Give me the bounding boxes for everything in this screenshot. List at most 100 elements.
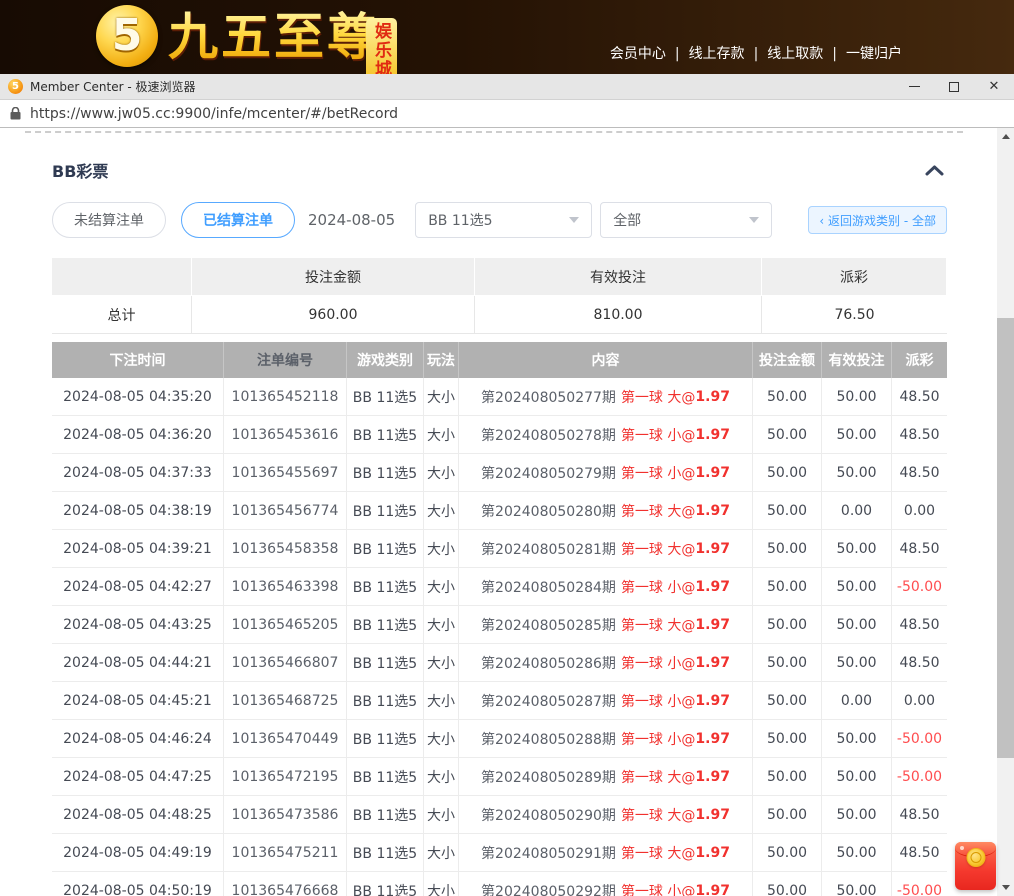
cell-game-category: BB 11选5 bbox=[347, 530, 424, 567]
cell-play-type: 大小 bbox=[424, 682, 459, 719]
sparkle-icon bbox=[960, 846, 964, 850]
cell-content: 第202408050284期 第一球 小@1.97 bbox=[459, 568, 753, 605]
cell-time: 2024-08-05 04:50:19 bbox=[52, 872, 224, 896]
bet-record-panel: BB彩票 未结算注单 已结算注单 2024-08-05 BB 11选5 全部 bbox=[52, 158, 947, 896]
bet-odds: 1.97 bbox=[695, 541, 730, 557]
col-valid: 有效投注 bbox=[822, 342, 892, 378]
cell-bet-amount: 50.00 bbox=[753, 644, 822, 681]
collapse-panel-button[interactable] bbox=[925, 165, 944, 176]
bet-pick: 第一球 大@ bbox=[621, 387, 695, 407]
bet-period: 第202408050277期 bbox=[481, 387, 616, 407]
nav-deposit[interactable]: 线上存款 bbox=[689, 46, 745, 62]
cell-content: 第202408050289期 第一球 大@1.97 bbox=[459, 758, 753, 795]
bet-pick: 第一球 大@ bbox=[621, 805, 695, 825]
cell-order-number: 101365455697 bbox=[224, 454, 347, 491]
cell-content: 第202408050292期 第一球 小@1.97 bbox=[459, 872, 753, 896]
cell-valid-bet: 50.00 bbox=[822, 568, 892, 605]
bet-odds: 1.97 bbox=[695, 427, 730, 443]
scrollbar-thumb[interactable] bbox=[997, 318, 1014, 758]
cell-bet-amount: 50.00 bbox=[753, 720, 822, 757]
panel-title: BB彩票 bbox=[52, 158, 108, 182]
date-filter[interactable]: 2024-08-05 bbox=[308, 211, 395, 229]
cell-valid-bet: 0.00 bbox=[822, 492, 892, 529]
cell-order-number: 101365456774 bbox=[224, 492, 347, 529]
vertical-scrollbar[interactable] bbox=[997, 128, 1014, 896]
summary-bet-total: 960.00 bbox=[192, 296, 475, 334]
cell-valid-bet: 50.00 bbox=[822, 454, 892, 491]
nav-separator: | bbox=[675, 46, 680, 62]
site-logo-badge: 娱乐城 bbox=[366, 18, 397, 74]
table-row: 2024-08-05 04:49:19 101365475211 BB 11选5… bbox=[52, 834, 947, 872]
bet-pick: 第一球 小@ bbox=[621, 729, 695, 749]
settled-bets-button[interactable]: 已结算注单 bbox=[181, 202, 295, 238]
minimize-button[interactable] bbox=[894, 74, 934, 99]
cell-time: 2024-08-05 04:42:27 bbox=[52, 568, 224, 605]
bet-odds: 1.97 bbox=[695, 503, 730, 519]
cell-game-category: BB 11选5 bbox=[347, 606, 424, 643]
arrow-up-icon bbox=[1002, 134, 1010, 139]
maximize-button[interactable] bbox=[934, 74, 974, 99]
cell-time: 2024-08-05 04:45:21 bbox=[52, 682, 224, 719]
cell-bet-amount: 50.00 bbox=[753, 568, 822, 605]
col-game: 游戏类别 bbox=[347, 342, 424, 378]
site-logo-icon[interactable]: 5 bbox=[96, 5, 158, 67]
bet-period: 第202408050291期 bbox=[481, 843, 616, 863]
table-row: 2024-08-05 04:45:21 101365468725 BB 11选5… bbox=[52, 682, 947, 720]
cell-payout: 48.50 bbox=[892, 834, 947, 871]
bet-period: 第202408050285期 bbox=[481, 615, 616, 635]
browser-favicon-icon: 5 bbox=[8, 79, 23, 94]
close-button[interactable]: ✕ bbox=[974, 74, 1014, 99]
bet-period: 第202408050278期 bbox=[481, 425, 616, 445]
game-select[interactable]: BB 11选5 bbox=[415, 202, 592, 238]
cell-payout: 48.50 bbox=[892, 530, 947, 567]
summary-header-empty bbox=[52, 258, 192, 296]
page-content: BB彩票 未结算注单 已结算注单 2024-08-05 BB 11选5 全部 bbox=[0, 128, 1014, 896]
url-bar[interactable]: https://www.jw05.cc:9900/infe/mcenter/#/… bbox=[0, 100, 1014, 128]
nav-member-center[interactable]: 会员中心 bbox=[610, 46, 666, 62]
red-envelope-button[interactable] bbox=[955, 842, 996, 890]
bet-odds: 1.97 bbox=[695, 845, 730, 861]
table-row: 2024-08-05 04:43:25 101365465205 BB 11选5… bbox=[52, 606, 947, 644]
bet-period: 第202408050284期 bbox=[481, 577, 616, 597]
col-bet: 投注金额 bbox=[753, 342, 822, 378]
back-to-game-category-button[interactable]: ‹ 返回游戏类别 - 全部 bbox=[808, 206, 947, 234]
bet-period: 第202408050288期 bbox=[481, 729, 616, 749]
bet-odds: 1.97 bbox=[695, 655, 730, 671]
gold-coin-icon bbox=[966, 848, 985, 867]
filter-row: 未结算注单 已结算注单 2024-08-05 BB 11选5 全部 ‹ 返回游戏… bbox=[52, 202, 947, 238]
bet-period: 第202408050290期 bbox=[481, 805, 616, 825]
site-logo-text: 九五至尊 bbox=[168, 10, 380, 65]
cell-payout: 48.50 bbox=[892, 644, 947, 681]
cell-content: 第202408050280期 第一球 大@1.97 bbox=[459, 492, 753, 529]
minimize-icon bbox=[909, 86, 920, 87]
scroll-down-button[interactable] bbox=[997, 879, 1014, 896]
scroll-up-button[interactable] bbox=[997, 128, 1014, 145]
cell-order-number: 101365470449 bbox=[224, 720, 347, 757]
unsettled-bets-button[interactable]: 未结算注单 bbox=[52, 202, 166, 238]
logo-number: 5 bbox=[112, 14, 143, 58]
cell-content: 第202408050279期 第一球 小@1.97 bbox=[459, 454, 753, 491]
cell-payout: -50.00 bbox=[892, 872, 947, 896]
summary-header-row: 投注金额 有效投注 派彩 bbox=[52, 258, 947, 296]
cell-order-number: 101365452118 bbox=[224, 378, 347, 415]
cell-play-type: 大小 bbox=[424, 568, 459, 605]
cell-play-type: 大小 bbox=[424, 492, 459, 529]
cell-content: 第202408050281期 第一球 大@1.97 bbox=[459, 530, 753, 567]
cell-valid-bet: 50.00 bbox=[822, 834, 892, 871]
bet-period: 第202408050289期 bbox=[481, 767, 616, 787]
cell-order-number: 101365458358 bbox=[224, 530, 347, 567]
cell-time: 2024-08-05 04:43:25 bbox=[52, 606, 224, 643]
table-row: 2024-08-05 04:36:20 101365453616 BB 11选5… bbox=[52, 416, 947, 454]
chevron-down-icon bbox=[569, 217, 579, 223]
col-content: 内容 bbox=[459, 342, 753, 378]
cell-bet-amount: 50.00 bbox=[753, 682, 822, 719]
cell-bet-amount: 50.00 bbox=[753, 530, 822, 567]
nav-withdraw[interactable]: 线上取款 bbox=[767, 46, 823, 62]
url-text: https://www.jw05.cc:9900/infe/mcenter/#/… bbox=[30, 106, 398, 122]
cell-play-type: 大小 bbox=[424, 454, 459, 491]
type-select[interactable]: 全部 bbox=[600, 202, 772, 238]
cell-time: 2024-08-05 04:49:19 bbox=[52, 834, 224, 871]
bet-odds: 1.97 bbox=[695, 693, 730, 709]
maximize-icon bbox=[949, 82, 959, 92]
nav-one-key-transfer[interactable]: 一键归户 bbox=[846, 46, 902, 62]
